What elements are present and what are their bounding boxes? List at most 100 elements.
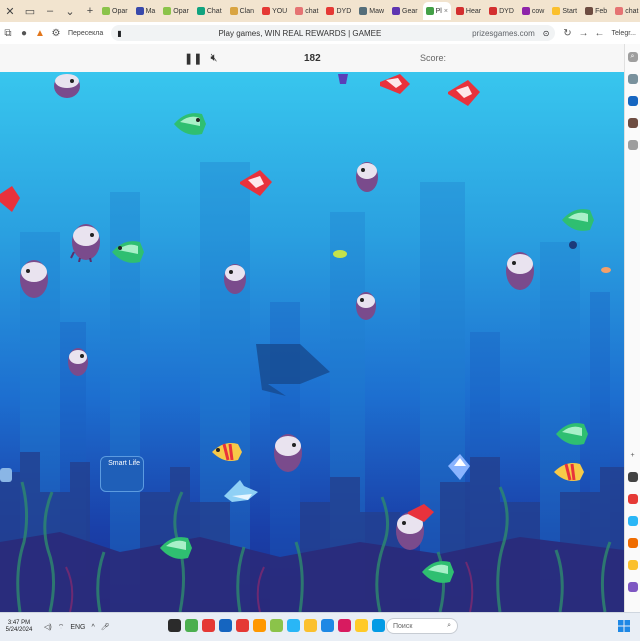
browser-tab[interactable]: cow: [519, 2, 547, 20]
browser-tab[interactable]: Clan: [227, 2, 257, 20]
reload-button[interactable]: ↻: [559, 23, 575, 43]
blue-fish[interactable]: [446, 452, 472, 482]
taskbar-app-icon[interactable]: [253, 619, 266, 632]
small-fish[interactable]: [568, 240, 578, 250]
taskbar-app-icon[interactable]: [372, 619, 385, 632]
side-search-icon[interactable]: ⌕: [627, 52, 638, 62]
browser-tab[interactable]: Pl ×: [422, 2, 451, 20]
metamask-icon[interactable]: ▲: [32, 23, 48, 43]
browser-tab[interactable]: YOU: [259, 2, 290, 20]
bookmark-item[interactable]: Telegr...: [607, 30, 640, 37]
browser-tab[interactable]: Maw: [356, 2, 387, 20]
taskbar-app-icon[interactable]: [270, 619, 283, 632]
taskbar-app-icon[interactable]: [321, 619, 334, 632]
taskbar-app-icon[interactable]: [236, 619, 249, 632]
side-wallet-icon[interactable]: [627, 74, 638, 84]
side-outlook-icon[interactable]: [627, 96, 638, 106]
red-fish[interactable]: [406, 502, 436, 524]
settings-icon[interactable]: ⚙: [48, 23, 64, 43]
small-fish[interactable]: [600, 266, 612, 274]
new-tab-button[interactable]: +: [83, 4, 97, 18]
red-fish[interactable]: [0, 184, 22, 214]
pufferfish[interactable]: [18, 258, 50, 300]
taskbar-search[interactable]: Поиск ⌕: [386, 618, 458, 634]
maximize-window-button[interactable]: ▭: [20, 0, 40, 22]
volume-icon[interactable]: ◁): [44, 623, 52, 631]
browser-tab[interactable]: Gear: [389, 2, 421, 20]
browser-tab[interactable]: Hear: [453, 2, 484, 20]
mic-icon[interactable]: 🎤︎: [101, 623, 110, 631]
taskbar-app-icon[interactable]: [338, 619, 351, 632]
green-fish[interactable]: [110, 236, 146, 268]
taskbar-clock[interactable]: 3:47 PM 5/24/2024: [0, 620, 38, 634]
pufferfish[interactable]: [504, 250, 536, 292]
pufferfish[interactable]: [222, 262, 248, 296]
yellow-fish[interactable]: [210, 438, 244, 466]
profile-icon[interactable]: ●: [16, 23, 32, 43]
pufferfish[interactable]: [70, 222, 102, 262]
green-fish[interactable]: [420, 556, 456, 588]
browser-tab[interactable]: chat: [612, 2, 640, 20]
side-add-icon[interactable]: +: [628, 450, 638, 460]
address-bar[interactable]: ▮ Play games, WIN REAL REWARDS | GAMEE p…: [111, 25, 556, 41]
close-window-button[interactable]: ✕: [0, 0, 20, 22]
side-telegram-icon[interactable]: [627, 516, 638, 526]
taskbar-app-icon[interactable]: [304, 619, 317, 632]
site-info-icon[interactable]: ⊙: [543, 29, 550, 38]
windows-start-icon[interactable]: [618, 620, 630, 632]
side-app-icon[interactable]: [627, 582, 638, 592]
taskbar-app-icon[interactable]: [287, 619, 300, 632]
red-fish[interactable]: [446, 78, 482, 108]
chevron-up-icon[interactable]: ^: [91, 624, 94, 631]
taskbar-app-icon[interactable]: [185, 619, 198, 632]
side-app-icon[interactable]: [627, 538, 638, 548]
small-yellow-fish[interactable]: [332, 248, 348, 260]
address-url[interactable]: prizesgames.com: [472, 29, 535, 38]
smart-life-bottle[interactable]: Smart Life: [100, 456, 144, 492]
extensions-icon[interactable]: ⧉: [0, 23, 16, 43]
taskbar-app-icon[interactable]: [219, 619, 232, 632]
red-fish[interactable]: [238, 168, 274, 198]
green-fish[interactable]: [172, 108, 208, 140]
shark[interactable]: [222, 478, 262, 508]
mute-icon[interactable]: 🔇︎: [210, 52, 217, 65]
back-button[interactable]: ←: [591, 23, 607, 43]
taskbar-app-icon[interactable]: [168, 619, 181, 632]
side-tools-icon[interactable]: [627, 140, 638, 150]
browser-tab[interactable]: Ma: [133, 2, 159, 20]
pufferfish[interactable]: [52, 72, 82, 100]
forward-button[interactable]: →: [575, 23, 591, 43]
bookmark-star-icon[interactable]: ▮: [117, 29, 121, 38]
browser-tab[interactable]: Start: [549, 2, 580, 20]
yellow-fish[interactable]: [552, 458, 586, 486]
tab-close-icon[interactable]: ×: [444, 8, 448, 15]
red-fish[interactable]: [376, 72, 412, 96]
pufferfish[interactable]: [354, 160, 380, 194]
side-games-icon[interactable]: [627, 118, 638, 128]
browser-tab[interactable]: Opar: [99, 2, 131, 20]
bookmark-item[interactable]: Пересекла: [64, 30, 107, 37]
green-fish[interactable]: [158, 532, 194, 564]
taskbar-app-icon[interactable]: [202, 619, 215, 632]
pufferfish[interactable]: [272, 432, 304, 474]
browser-tab[interactable]: Opar: [160, 2, 192, 20]
green-fish[interactable]: [554, 418, 590, 450]
language-indicator[interactable]: ENG: [70, 624, 85, 631]
browser-tab[interactable]: DYD: [486, 2, 517, 20]
side-youtube-icon[interactable]: [627, 494, 638, 504]
side-app-icon[interactable]: [627, 472, 638, 482]
network-icon[interactable]: ⌔: [58, 623, 65, 632]
side-app-icon[interactable]: [627, 560, 638, 570]
browser-tab[interactable]: Chat: [194, 2, 225, 20]
purple-fish[interactable]: [336, 72, 350, 86]
browser-tab[interactable]: DYD: [323, 2, 354, 20]
tab-search-icon[interactable]: ⌄: [60, 0, 80, 22]
game-canvas[interactable]: Smart Life: [0, 72, 624, 612]
pufferfish[interactable]: [66, 346, 90, 378]
browser-tab[interactable]: chat: [292, 2, 321, 20]
minimize-window-button[interactable]: –: [40, 0, 60, 22]
browser-tab[interactable]: Feb: [582, 2, 610, 20]
pause-icon[interactable]: ❚❚: [184, 52, 202, 65]
taskbar-app-icon[interactable]: [355, 619, 368, 632]
pufferfish[interactable]: [354, 290, 378, 322]
